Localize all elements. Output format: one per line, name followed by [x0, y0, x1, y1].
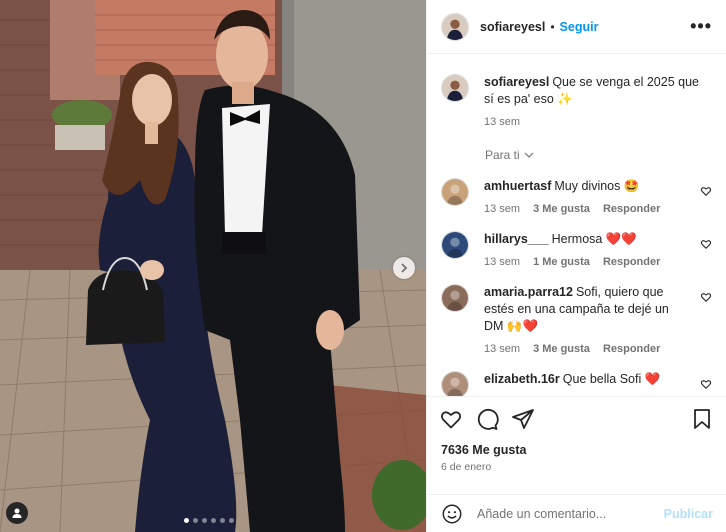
comment-username[interactable]: elizabeth.16r: [484, 372, 560, 386]
comment-sort-dropdown[interactable]: Para ti: [485, 148, 712, 162]
chevron-right-icon: [401, 263, 408, 273]
comment-likes[interactable]: 3 Me gusta: [533, 203, 590, 215]
comment-time[interactable]: 13 sem: [484, 203, 520, 215]
instagram-post-modal: sofiareyesl • Seguir ••• sofiareyesl Que …: [0, 0, 726, 532]
comment-username[interactable]: hillarys___: [484, 232, 549, 246]
carousel-dot: [193, 518, 198, 523]
carousel-dot: [220, 518, 225, 523]
comment-input[interactable]: [477, 506, 664, 521]
comment-likes[interactable]: 1 Me gusta: [533, 256, 590, 268]
carousel-dot: [184, 518, 189, 523]
comment-likes[interactable]: 3 Me gusta: [533, 343, 590, 355]
carousel-next-button[interactable]: [393, 257, 415, 279]
post-photo[interactable]: [0, 0, 426, 532]
comment-time[interactable]: 13 sem: [484, 343, 520, 355]
comment-text: Muy divinos 🤩: [554, 179, 640, 193]
post-caption: sofiareyesl Que se venga el 2025 que sí e…: [441, 74, 712, 128]
post-side-panel: sofiareyesl • Seguir ••• sofiareyesl Que …: [426, 0, 726, 532]
comment-time[interactable]: 13 sem: [484, 256, 520, 268]
separator-dot: •: [550, 19, 555, 34]
comment-like-icon[interactable]: [700, 378, 712, 390]
comment-like-icon[interactable]: [700, 238, 712, 250]
author-username[interactable]: sofiareyesl: [480, 20, 545, 34]
author-avatar[interactable]: [441, 12, 469, 41]
reply-button[interactable]: Responder: [603, 343, 660, 355]
reply-button[interactable]: Responder: [603, 203, 660, 215]
comment-container: amhuertasf Muy divinos 🤩 13 sem 3 Me gust…: [441, 178, 712, 396]
caption-time[interactable]: 13 sem: [484, 116, 520, 128]
comment-item: amhuertasf Muy divinos 🤩 13 sem 3 Me gust…: [441, 178, 712, 215]
comment-username[interactable]: amhuertasf: [484, 179, 551, 193]
follow-button[interactable]: Seguir: [560, 20, 599, 34]
heart-icon[interactable]: [439, 407, 463, 431]
comment-like-icon[interactable]: [700, 291, 712, 303]
comment-text: Hermosa ❤️❤️: [551, 232, 637, 246]
more-options-button[interactable]: •••: [690, 16, 712, 37]
comment-like-icon[interactable]: [700, 185, 712, 197]
comment-username[interactable]: amaria.parra12: [484, 285, 573, 299]
caption-username[interactable]: sofiareyesl: [484, 75, 549, 89]
comment-avatar[interactable]: [441, 231, 469, 259]
reply-button[interactable]: Responder: [603, 256, 660, 268]
comment-avatar[interactable]: [441, 371, 469, 396]
carousel-dot: [211, 518, 216, 523]
tagged-users-button[interactable]: [6, 502, 28, 524]
comment-avatar[interactable]: [441, 178, 469, 206]
likes-count[interactable]: 7636 Me gusta: [427, 440, 726, 460]
post-actions-bar: [427, 396, 726, 440]
comment-item: elizabeth.16r Que bella Sofi ❤️: [441, 371, 712, 396]
comment-avatar[interactable]: [441, 284, 469, 312]
chevron-down-icon: [524, 152, 534, 158]
carousel-dot: [229, 518, 234, 523]
post-date[interactable]: 6 de enero: [427, 460, 726, 478]
publish-button[interactable]: Publicar: [664, 507, 713, 521]
comment-icon[interactable]: [475, 407, 499, 431]
emoji-icon[interactable]: [441, 503, 463, 525]
user-icon: [12, 508, 22, 518]
comment-sort-label: Para ti: [485, 148, 520, 162]
bookmark-icon[interactable]: [690, 407, 714, 431]
post-header: sofiareyesl • Seguir •••: [427, 0, 726, 54]
comment-text: Que bella Sofi ❤️: [562, 372, 661, 386]
comment-item: hillarys___ Hermosa ❤️❤️ 13 sem 1 Me gust…: [441, 231, 712, 268]
carousel-dots: [184, 518, 234, 523]
share-icon[interactable]: [511, 407, 535, 431]
add-comment-bar: Publicar: [427, 494, 726, 532]
comment-item: amaria.parra12 Sofi, quiero que estés en …: [441, 284, 712, 355]
post-image: [0, 0, 426, 532]
comments-list[interactable]: sofiareyesl Que se venga el 2025 que sí e…: [427, 54, 726, 396]
carousel-dot: [202, 518, 207, 523]
caption-avatar[interactable]: [441, 74, 469, 102]
